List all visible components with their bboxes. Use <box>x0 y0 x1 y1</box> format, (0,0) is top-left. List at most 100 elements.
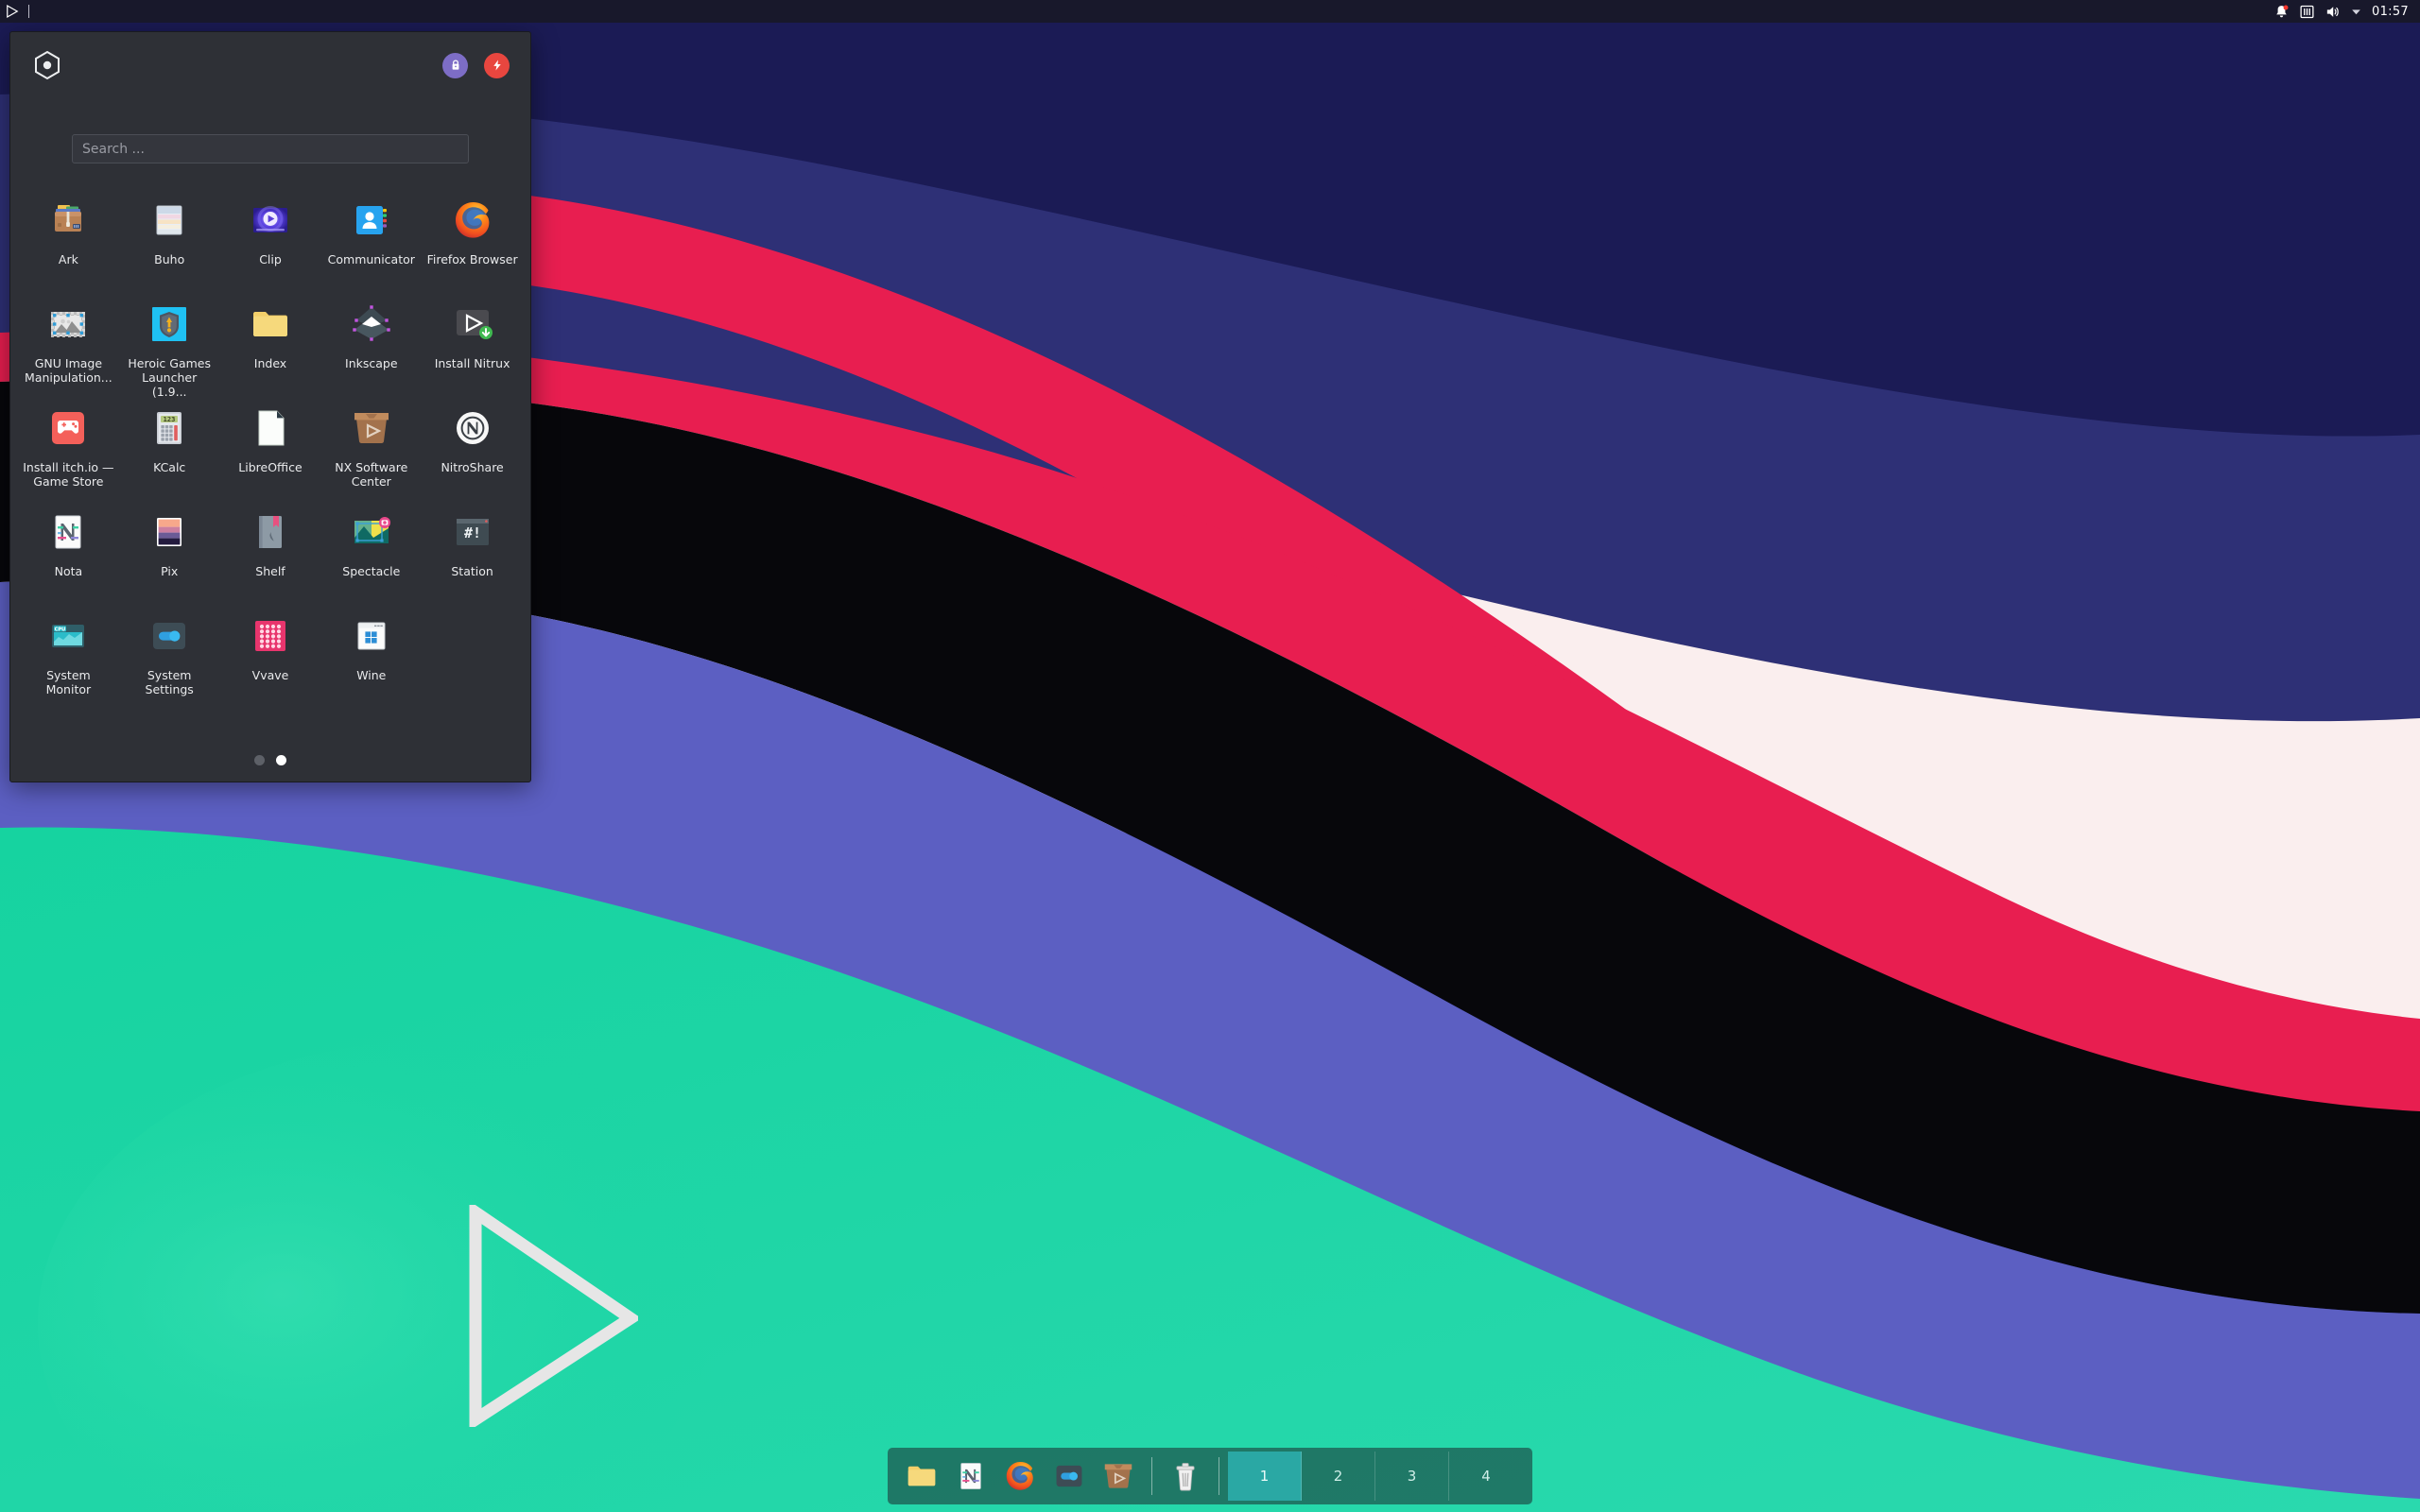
firefox-icon <box>1006 1461 1033 1490</box>
spectacle-screenshot-icon <box>354 517 390 543</box>
chevron-down-icon[interactable] <box>2350 6 2362 18</box>
app-label: GNU Image Manipulation... <box>25 356 112 385</box>
workspace-switcher: 1 2 3 4 <box>1228 1452 1523 1501</box>
page-dot[interactable] <box>276 754 286 765</box>
shelf-book-icon <box>258 516 282 548</box>
app-launcher-item[interactable]: Spectacle <box>320 504 422 608</box>
app-launcher-item[interactable]: Install itch.io — Game Store <box>18 400 119 504</box>
launcher-header <box>10 32 530 85</box>
libreoffice-document-icon <box>258 410 285 446</box>
workspace-button[interactable]: 4 <box>1449 1452 1523 1501</box>
app-launcher-item[interactable]: Nota <box>18 504 119 608</box>
app-launcher-item[interactable]: Install Nitrux <box>422 296 523 400</box>
index-folder-icon <box>252 312 287 336</box>
app-label: Install Nitrux <box>434 356 510 370</box>
pix-gallery-icon <box>157 518 182 546</box>
app-label: Wine <box>356 668 387 682</box>
app-launcher-item[interactable]: Wine <box>320 608 422 712</box>
dock-item-index[interactable] <box>897 1452 946 1501</box>
power-button[interactable] <box>484 52 510 78</box>
page-dot[interactable] <box>254 754 265 765</box>
application-launcher: Ark Buho Clip Communicator <box>9 31 531 782</box>
app-launcher-item[interactable]: System Settings <box>119 608 220 712</box>
firefox-icon <box>455 202 489 238</box>
workspace-button[interactable]: 3 <box>1375 1452 1449 1501</box>
dock-panel: 1 2 3 4 <box>888 1448 1532 1504</box>
nitrux-hexagon-icon[interactable] <box>31 49 63 81</box>
app-launcher-item[interactable]: Communicator <box>320 192 422 296</box>
svg-text:123: 123 <box>164 416 176 423</box>
volume-speaker-icon[interactable] <box>2325 4 2341 20</box>
dock-launchers <box>897 1452 1228 1501</box>
nota-editor-icon <box>960 1463 981 1489</box>
panel-divider <box>28 5 29 18</box>
trash-icon <box>1176 1463 1195 1491</box>
clip-video-icon <box>252 206 287 232</box>
app-label: Station <box>451 564 493 578</box>
dock-item-nx-software-center[interactable] <box>1094 1452 1143 1501</box>
launcher-search-area <box>10 85 530 163</box>
top-panel: 01:57 <box>0 0 2420 23</box>
app-launcher-item[interactable]: Vvave <box>220 608 321 712</box>
launcher-page-indicator <box>10 738 530 782</box>
app-launcher-item[interactable]: #! Station <box>422 504 523 608</box>
dock-item-trash[interactable] <box>1161 1452 1210 1501</box>
app-launcher-item[interactable]: Heroic Games Launcher (1.9... <box>119 296 220 400</box>
buho-notes-icon <box>156 205 182 235</box>
app-label: Spectacle <box>342 564 401 578</box>
app-launcher-item[interactable]: Shelf <box>220 504 321 608</box>
nx-software-center-icon <box>354 413 389 443</box>
app-launcher-item[interactable]: GNU Image Manipulation... <box>18 296 119 400</box>
app-label: Ark <box>58 252 78 266</box>
workspace-label: 1 <box>1259 1468 1270 1485</box>
index-folder-icon <box>908 1466 936 1486</box>
dock-item-system-settings[interactable] <box>1045 1452 1094 1501</box>
workspace-button[interactable]: 2 <box>1302 1452 1375 1501</box>
system-settings-toggle-icon <box>153 623 186 649</box>
app-label: Inkscape <box>345 356 398 370</box>
workspace-button[interactable]: 1 <box>1228 1452 1302 1501</box>
app-launcher-item[interactable]: Ark <box>18 192 119 296</box>
install-nitrux-icon <box>456 310 493 339</box>
app-label: Buho <box>154 252 185 266</box>
lock-button[interactable] <box>442 52 468 78</box>
communicator-contacts-icon <box>355 206 387 234</box>
app-label: Firefox Browser <box>426 252 518 266</box>
app-launcher-item[interactable]: LibreOffice <box>220 400 321 504</box>
app-launcher-item[interactable]: Clip <box>220 192 321 296</box>
app-label: Nota <box>54 564 83 578</box>
workspace-label: 3 <box>1407 1468 1417 1485</box>
gimp-icon <box>51 312 86 337</box>
dock-item-firefox-browser[interactable] <box>995 1452 1045 1501</box>
app-label: Index <box>253 356 287 370</box>
app-launcher-item[interactable]: 123 KCalc <box>119 400 220 504</box>
notification-bell-icon[interactable] <box>2273 4 2290 20</box>
app-launcher-item[interactable]: Buho <box>119 192 220 296</box>
nitroshare-icon <box>456 412 489 444</box>
app-launcher-item[interactable]: NX Software Center <box>320 400 422 504</box>
dock-divider <box>1151 1457 1152 1495</box>
search-input[interactable] <box>72 134 469 163</box>
ark-archive-icon <box>55 205 82 232</box>
dock-item-nota[interactable] <box>946 1452 995 1501</box>
app-launcher-item[interactable]: Inkscape <box>320 296 422 400</box>
svg-text:CPU: CPU <box>55 627 66 632</box>
app-launcher-item[interactable]: Firefox Browser <box>422 192 523 296</box>
app-label: KCalc <box>153 460 186 474</box>
app-launcher-item[interactable]: CPU System Monitor <box>18 608 119 712</box>
app-label: Clip <box>259 252 282 266</box>
nitrux-play-logo-icon[interactable] <box>4 3 21 20</box>
app-launcher-item[interactable]: NitroShare <box>422 400 523 504</box>
itchio-gamepad-icon <box>52 412 85 444</box>
power-bolt-icon <box>493 60 501 71</box>
app-launcher-item[interactable]: Index <box>220 296 321 400</box>
nx-software-center-icon <box>1104 1464 1132 1488</box>
app-label: System Settings <box>145 668 194 696</box>
keyboard-layout-icon[interactable] <box>2299 4 2315 20</box>
app-label: NX Software Center <box>335 460 408 489</box>
system-settings-toggle-icon <box>1056 1465 1082 1487</box>
app-launcher-item[interactable]: Pix <box>119 504 220 608</box>
heroic-games-launcher-icon <box>152 307 187 341</box>
workspace-label: 2 <box>1333 1468 1343 1485</box>
svg-text:#!: #! <box>464 524 481 541</box>
